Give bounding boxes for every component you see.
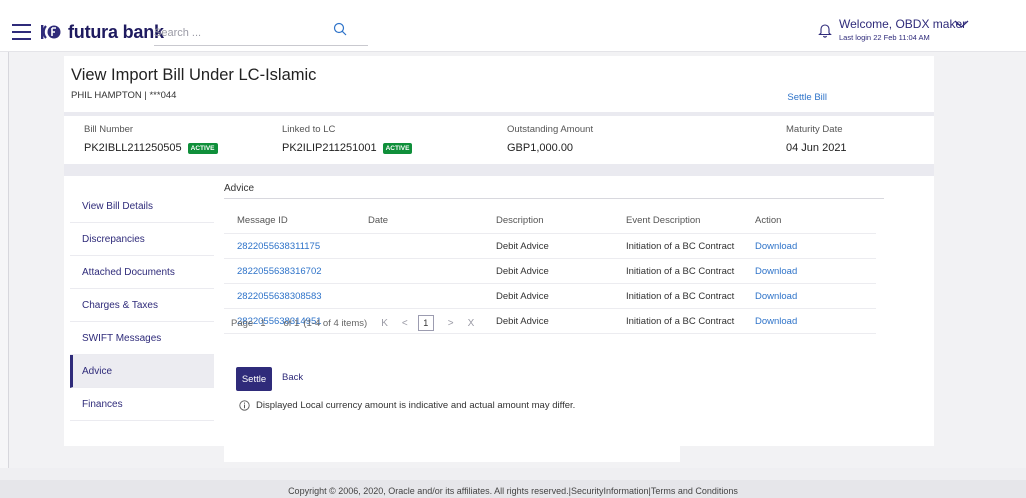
description-cell: Debit Advice [496, 266, 549, 277]
column-header-event-description: Event Description [626, 215, 701, 226]
linked-lc-value: PK2ILIP211251001 [282, 142, 377, 154]
settle-button[interactable]: Settle [236, 367, 272, 391]
last-login-text: Last login 22 Feb 11:04 AM [839, 33, 930, 42]
message-id-link[interactable]: 2822055638316702 [237, 259, 322, 284]
back-button[interactable]: Back [282, 372, 303, 383]
outstanding-amount-value: GBP1,000.00 [507, 142, 574, 154]
disclaimer: Displayed Local currency amount is indic… [239, 400, 575, 411]
table-header-row: Message ID Date Description Event Descri… [224, 208, 876, 234]
description-cell: Debit Advice [496, 241, 549, 252]
nav-item-swift-messages[interactable]: SWIFT Messages [70, 322, 214, 355]
bill-summary-panel: Bill Number PK2IBLL211250505 ACTIVE Link… [64, 116, 934, 164]
party-name: PHIL HAMPTON | ***044 [71, 90, 177, 101]
chevron-down-icon[interactable] [954, 19, 969, 29]
status-badge: ACTIVE [382, 142, 413, 154]
search-icon[interactable] [333, 22, 347, 36]
brand-name: futura bank [68, 22, 164, 42]
linked-lc-field: Linked to LC PK2ILIP211251001 ACTIVE [282, 124, 413, 154]
maturity-date-field: Maturity Date 04 Jun 2021 [786, 124, 847, 154]
table-row: 2822055638311175 Debit Advice Initiation… [224, 234, 876, 259]
outstanding-amount-label: Outstanding Amount [507, 124, 594, 135]
column-header-message-id: Message ID [237, 215, 288, 226]
footer: Copyright © 2006, 2020, Oracle and/or it… [0, 480, 1026, 498]
prev-page-button[interactable]: < [402, 318, 408, 329]
table-row: 2822055638308583 Debit Advice Initiation… [224, 284, 876, 309]
message-id-link[interactable]: 2822055638308583 [237, 284, 322, 309]
footer-spacer [0, 468, 1026, 480]
message-id-link[interactable]: 2822055638311175 [237, 234, 320, 259]
maturity-date-value: 04 Jun 2021 [786, 142, 847, 154]
info-icon [239, 400, 250, 411]
main-content: View Bill Details Discrepancies Attached… [64, 176, 934, 446]
page-title-card: View Import Bill Under LC-Islamic PHIL H… [64, 56, 934, 112]
page-of-label: of 1 [283, 317, 300, 329]
maturity-date-label: Maturity Date [786, 124, 843, 135]
bill-number-value: PK2IBLL211250505 [84, 142, 182, 154]
pagination: Page 1 of 1 (1-4 of 4 items) K < 1 > X [231, 315, 474, 331]
section-title: Advice [224, 183, 255, 194]
content-bottom-strip [224, 446, 680, 462]
page-items-count: (1-4 of 4 items) [303, 317, 368, 329]
notification-bell-icon[interactable] [818, 22, 832, 38]
page-label: Page [231, 317, 254, 329]
download-link[interactable]: Download [755, 309, 797, 334]
left-edge-strip [0, 52, 9, 468]
top-header: futura bank Welcome, OBDX maker Last log… [0, 0, 1026, 52]
nav-item-discrepancies[interactable]: Discrepancies [70, 223, 214, 256]
nav-item-charges-taxes[interactable]: Charges & Taxes [70, 289, 214, 322]
outstanding-amount-field: Outstanding Amount GBP1,000.00 [507, 124, 593, 154]
next-page-button[interactable]: > [448, 318, 454, 329]
table-row: 2822055638316702 Debit Advice Initiation… [224, 259, 876, 284]
event-description-cell: Initiation of a BC Contract [626, 241, 735, 252]
download-link[interactable]: Download [755, 259, 797, 284]
bill-number-label: Bill Number [84, 124, 134, 135]
column-header-date: Date [368, 215, 389, 226]
nav-item-view-bill-details[interactable]: View Bill Details [70, 190, 214, 223]
linked-lc-label: Linked to LC [282, 124, 336, 135]
first-page-button[interactable]: K [381, 318, 388, 329]
section-divider [224, 198, 884, 199]
side-nav: View Bill Details Discrepancies Attached… [70, 190, 214, 421]
welcome-text[interactable]: Welcome, OBDX maker [839, 17, 966, 31]
nav-item-finances[interactable]: Finances [70, 388, 214, 421]
column-header-description: Description [496, 215, 544, 226]
column-header-action: Action [755, 215, 782, 226]
brand-logo-icon [41, 25, 61, 39]
page-title: View Import Bill Under LC-Islamic [71, 66, 317, 84]
last-page-button[interactable]: X [468, 318, 475, 329]
description-cell: Debit Advice [496, 316, 549, 327]
event-description-cell: Initiation of a BC Contract [626, 316, 735, 327]
menu-icon[interactable] [12, 24, 31, 40]
disclaimer-text: Displayed Local currency amount is indic… [256, 400, 576, 411]
bill-summary: Bill Number PK2IBLL211250505 ACTIVE Link… [64, 112, 934, 176]
status-badge: ACTIVE [187, 142, 218, 154]
download-link[interactable]: Download [755, 234, 797, 259]
download-link[interactable]: Download [755, 284, 797, 309]
settle-bill-link[interactable]: Settle Bill [787, 92, 827, 103]
nav-item-attached-documents[interactable]: Attached Documents [70, 256, 214, 289]
event-description-cell: Initiation of a BC Contract [626, 266, 735, 277]
current-page-button[interactable]: 1 [417, 315, 434, 331]
nav-item-advice[interactable]: Advice [70, 355, 214, 388]
description-cell: Debit Advice [496, 291, 549, 302]
bill-number-field: Bill Number PK2IBLL211250505 ACTIVE [84, 124, 218, 154]
event-description-cell: Initiation of a BC Contract [626, 291, 735, 302]
page-number-select[interactable]: 1 [260, 318, 265, 329]
